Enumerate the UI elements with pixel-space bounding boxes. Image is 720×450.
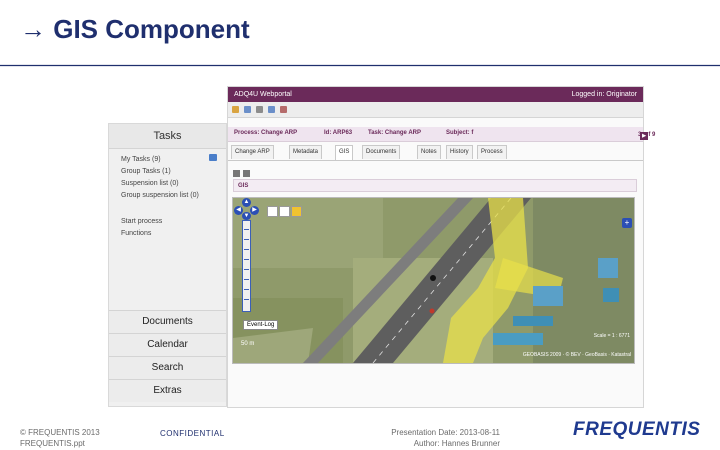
task-item-start-process[interactable]: Start process	[121, 216, 199, 228]
nav-search[interactable]: Search	[109, 356, 226, 379]
refresh-icon[interactable]	[209, 154, 217, 161]
tab-notes[interactable]: Notes	[417, 145, 441, 159]
tab-metadata[interactable]: Metadata	[289, 145, 323, 159]
webportal-window: ADQ4U Webportal Logged in: Originator Pr…	[227, 86, 655, 408]
save-icon[interactable]	[233, 170, 240, 177]
nav-documents[interactable]: Documents	[109, 310, 226, 333]
gis-section-label: GIS	[233, 179, 637, 192]
select-tool-icon[interactable]	[291, 206, 302, 217]
map-left-scale: 50 m	[241, 341, 255, 347]
nav-extras[interactable]: Extras	[109, 379, 226, 402]
tab-change-arp[interactable]: Change ARP	[231, 145, 274, 159]
pan-tool-icon[interactable]	[279, 206, 290, 217]
settings-icon[interactable]	[256, 106, 263, 113]
map-tools	[267, 204, 303, 222]
webportal-titlebar: ADQ4U Webportal Logged in: Originator	[228, 87, 643, 102]
tasks-header: Tasks	[109, 124, 226, 149]
pan-up-icon[interactable]: ▲	[242, 198, 251, 207]
last-icon[interactable]: ▶	[640, 132, 648, 140]
tasks-icon[interactable]	[244, 106, 251, 113]
task-item-group-tasks[interactable]: Group Tasks (1)	[121, 166, 199, 178]
task-item-group-suspension-list[interactable]: Group suspension list (0)	[121, 190, 199, 202]
webportal-toolbar	[228, 102, 643, 118]
home-icon[interactable]	[232, 106, 239, 113]
process-bar: Process: Change ARP Id: ARP63 Task: Chan…	[228, 127, 655, 142]
title-underline	[0, 64, 720, 67]
presentation-date: Presentation Date: 2013-08-11	[391, 428, 500, 437]
footer-copyright-line2: FREQUENTIS.ppt	[20, 439, 85, 448]
user-icon[interactable]	[280, 106, 287, 113]
task-item-my-tasks[interactable]: My Tasks (9)	[121, 154, 199, 166]
map-scale: Scale = 1 : 6771	[593, 333, 630, 339]
event-log-button[interactable]: Event-Log	[243, 320, 279, 330]
tab-history[interactable]: History	[446, 145, 473, 159]
task-list: My Tasks (9) Group Tasks (1) Suspension …	[121, 154, 199, 240]
webportal-title: ADQ4U Webportal	[234, 91, 292, 98]
frequentis-logo: FREQUENTIS	[573, 419, 701, 440]
footer-presentation-info: Presentation Date: 2013-08-11 Author: Ha…	[330, 427, 500, 449]
slide-title: → GIS Component	[20, 14, 250, 44]
map-copyright: GEOBASIS 2009 · © BEV · GeoBasis · Katas…	[522, 352, 631, 358]
process-subject: Subject: f	[446, 130, 474, 136]
footer-copyright-line1: © FREQUENTIS 2013	[20, 428, 100, 437]
task-item-suspension-list[interactable]: Suspension list (0)	[121, 178, 199, 190]
footer-confidential: CONFIDENTIAL	[160, 429, 225, 438]
refresh-icon[interactable]	[268, 106, 275, 113]
map-imagery	[233, 198, 634, 363]
pan-down-icon[interactable]: ▼	[242, 212, 251, 220]
gis-map[interactable]: ▲ ◀ ▶ ▼ + Event-Log 50 m Scale = 1 : 677…	[232, 197, 635, 364]
tab-process[interactable]: Process	[477, 145, 507, 159]
process-name: Process: Change ARP	[234, 130, 298, 136]
print-icon[interactable]	[243, 170, 250, 177]
nav-calendar[interactable]: Calendar	[109, 333, 226, 356]
presentation-author: Author: Hannes Brunner	[413, 439, 500, 448]
zoom-in-icon[interactable]: +	[622, 218, 632, 228]
process-id: Id: ARP63	[324, 130, 353, 136]
tab-divider	[228, 160, 643, 161]
logged-in-user: Logged in: Originator	[571, 91, 637, 98]
zoom-slider[interactable]	[242, 220, 251, 312]
tasks-panel: Tasks My Tasks (9) Group Tasks (1) Suspe…	[108, 123, 227, 407]
footer-copyright: © FREQUENTIS 2013 FREQUENTIS.ppt	[20, 427, 100, 449]
tab-documents[interactable]: Documents	[362, 145, 401, 159]
process-task: Task: Change ARP	[368, 130, 422, 136]
tab-gis[interactable]: GIS	[335, 145, 354, 160]
pan-right-icon[interactable]: ▶	[250, 206, 259, 215]
zoom-box-icon[interactable]	[267, 206, 278, 217]
task-item-functions[interactable]: Functions	[121, 228, 199, 240]
